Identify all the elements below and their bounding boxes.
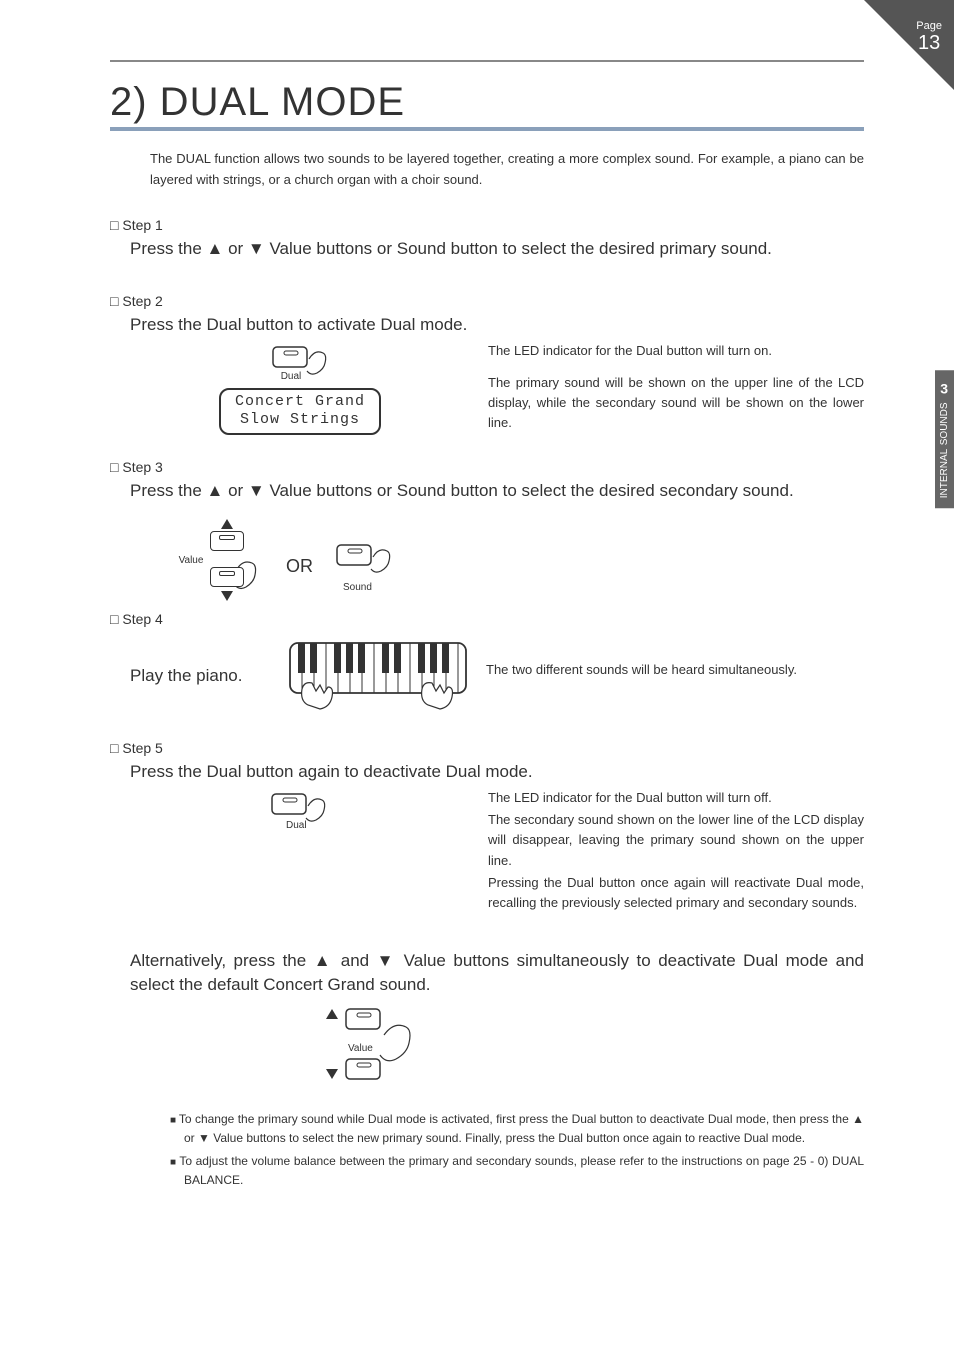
lcd-display: Concert Grand Slow Strings [219, 388, 381, 436]
lcd-line-2: Slow Strings [235, 411, 365, 430]
sound-button-diagram: Sound [329, 539, 399, 593]
footnotes: To change the primary sound while Dual m… [170, 1110, 864, 1191]
svg-text:Value: Value [348, 1043, 373, 1054]
svg-text:Dual: Dual [286, 820, 307, 831]
or-text: OR [286, 556, 313, 577]
step-5-desc-1: The LED indicator for the Dual button wi… [488, 788, 864, 808]
step-5: Step 5 Press the Dual button again to de… [110, 740, 864, 925]
page-content: 2) DUAL MODE The DUAL function allows tw… [0, 0, 954, 1234]
footnote-2: To adjust the volume balance between the… [170, 1152, 864, 1190]
dual-button-label: Dual [247, 371, 335, 382]
alternative-text: Alternatively, press the ▲ and ▼ Value b… [130, 949, 864, 997]
page-title: 2) DUAL MODE [110, 80, 864, 131]
step-2-desc-1: The LED indicator for the Dual button wi… [488, 341, 864, 361]
step-4-body: Play the piano. [130, 666, 270, 686]
dual-button-diagram: Dual [265, 341, 335, 382]
step-2-description: The LED indicator for the Dual button wi… [488, 341, 864, 446]
top-rule [110, 60, 864, 62]
keyboard-diagram [288, 633, 468, 718]
value-up-button [210, 531, 244, 551]
step-5-desc-3: Pressing the Dual button once again will… [488, 873, 864, 913]
step-2-illustration: Dual Concert Grand Slow Strings [130, 341, 470, 436]
triangle-up-icon [221, 519, 233, 529]
intro-paragraph: The DUAL function allows two sounds to b… [150, 149, 864, 191]
footnote-1: To change the primary sound while Dual m… [170, 1110, 864, 1148]
step-4-description: The two different sounds will be heard s… [486, 660, 864, 692]
lcd-line-1: Concert Grand [235, 393, 365, 412]
step-1-body: Press the ▲ or ▼ Value buttons or Sound … [130, 239, 864, 259]
step-5-desc-2: The secondary sound shown on the lower l… [488, 810, 864, 870]
step-4: Step 4 Play the piano. The two differen [110, 611, 864, 718]
step-3-head: Step 3 [110, 459, 864, 475]
value-down-button [210, 567, 244, 587]
step-3-illustration: Value OR Sound [210, 511, 864, 621]
step-2: Step 2 Press the Dual button to activate… [110, 293, 864, 446]
step-5-description: The LED indicator for the Dual button wi… [488, 788, 864, 925]
step-5-head: Step 5 [110, 740, 864, 756]
alt-illustration: Value [290, 1005, 450, 1090]
step-2-desc-2: The primary sound will be shown on the u… [488, 373, 864, 433]
value-label: Value [179, 555, 204, 566]
step-1-head: Step 1 [110, 217, 864, 233]
step-5-illustration: Dual [130, 788, 470, 853]
step-2-body: Press the Dual button to activate Dual m… [130, 315, 864, 335]
step-3: Step 3 Press the ▲ or ▼ Value buttons or… [110, 459, 864, 621]
step-3-body: Press the ▲ or ▼ Value buttons or Sound … [130, 481, 864, 501]
step-5-body: Press the Dual button again to deactivat… [130, 762, 864, 782]
step-2-head: Step 2 [110, 293, 864, 309]
step-4-desc: The two different sounds will be heard s… [486, 660, 864, 680]
step-1: Step 1 Press the ▲ or ▼ Value buttons or… [110, 217, 864, 259]
